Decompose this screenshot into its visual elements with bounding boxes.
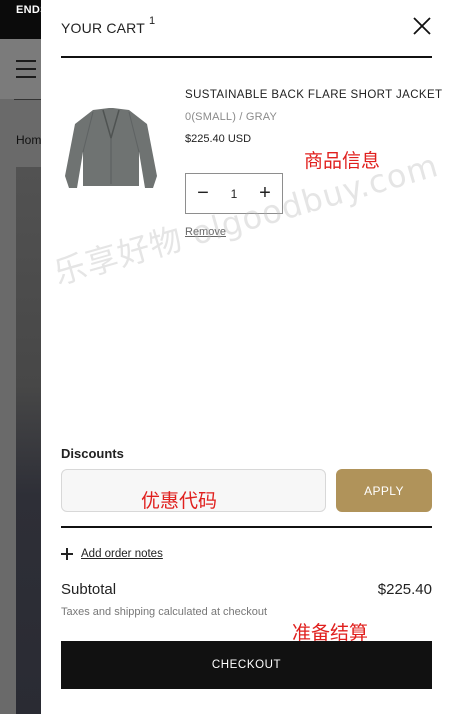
tax-note: Taxes and shipping calculated at checkou… <box>61 606 268 618</box>
cart-count: 1 <box>149 15 156 27</box>
subtotal-label: Subtotal <box>61 581 117 598</box>
discounts-label: Discounts <box>61 446 124 461</box>
plus-icon <box>61 548 73 560</box>
item-price: $225.40 USD <box>185 133 252 145</box>
quantity-value[interactable]: 1 <box>220 174 248 213</box>
menu-icon[interactable] <box>16 60 36 78</box>
minus-icon[interactable]: − <box>186 174 220 213</box>
item-variant: 0(SMALL) / GRAY <box>185 111 278 123</box>
cart-drawer: YOUR CART 1 SUSTAINABLE BACK FLARE SHORT… <box>41 0 453 714</box>
product-hero-image <box>16 167 44 714</box>
annotation-product-info: 商品信息 <box>304 150 381 172</box>
item-title[interactable]: SUSTAINABLE BACK FLARE SHORT JACKET <box>185 89 442 101</box>
discount-divider <box>61 526 432 528</box>
quantity-stepper: − 1 + <box>185 173 283 214</box>
annotation-ready-checkout: 准备结算 <box>292 622 369 644</box>
header-divider <box>61 56 432 58</box>
checkout-button[interactable]: CHECKOUT <box>61 641 432 689</box>
add-order-notes-link[interactable]: Add order notes <box>81 548 163 560</box>
apply-button[interactable]: APPLY <box>336 469 432 512</box>
subtotal-value: $225.40 <box>377 581 432 598</box>
cart-title: YOUR CART <box>61 20 145 36</box>
jacket-image[interactable] <box>63 106 159 194</box>
remove-link[interactable]: Remove <box>185 226 226 238</box>
header-divider <box>14 99 44 100</box>
close-icon[interactable] <box>411 15 433 37</box>
annotation-coupon-code: 优惠代码 <box>141 490 218 512</box>
add-order-notes[interactable]: Add order notes <box>61 548 163 560</box>
plus-icon[interactable]: + <box>248 174 282 213</box>
